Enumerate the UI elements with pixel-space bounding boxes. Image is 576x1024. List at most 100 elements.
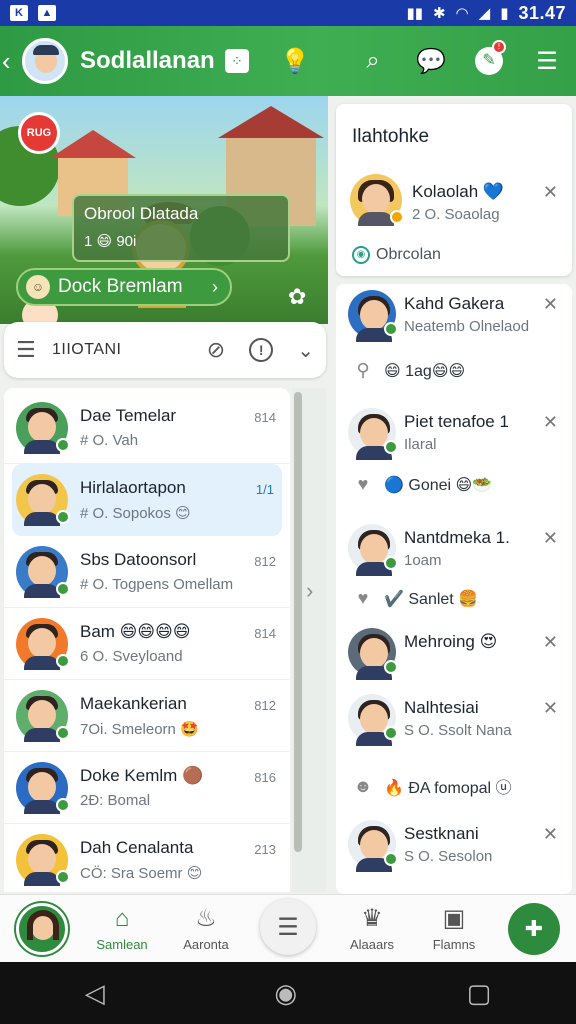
close-icon[interactable]: ✕: [543, 528, 558, 549]
tab-flamns-label: Flamns: [432, 937, 476, 952]
suggestion-sub: S O. Sesolon: [404, 848, 493, 865]
info-icon[interactable]: !: [249, 338, 274, 362]
close-icon[interactable]: ✕: [543, 698, 558, 719]
avatar: [16, 761, 70, 814]
new-chat-fab[interactable]: ✚: [508, 903, 560, 955]
close-icon[interactable]: ✕: [543, 294, 558, 315]
avatar: [350, 174, 404, 226]
bulb-button[interactable]: 💡: [266, 26, 324, 96]
suggestion-name: Mehroing 😍: [404, 632, 498, 651]
suggestion-activity-text: ✔️ Sanlet 🍔: [384, 590, 479, 608]
suggestion-activity[interactable]: ♥ 🔵 Gonei 😄🥗: [352, 474, 492, 495]
pin-icon: ⚲: [356, 360, 370, 380]
live-badge[interactable]: RUG: [18, 112, 60, 154]
close-icon[interactable]: ✕: [543, 824, 558, 845]
avatar: [348, 524, 398, 576]
join-button[interactable]: ☺ Dock Bremlam ›: [16, 268, 232, 306]
notification-badge: !: [492, 40, 506, 54]
chat-list: Dae Temelar # O. Vah 814 Hirlalaortapon # O.…: [4, 388, 290, 892]
scrollbar[interactable]: [294, 392, 302, 852]
avatar: [16, 545, 70, 598]
online-dot-icon: [384, 322, 398, 336]
center-menu-button[interactable]: ☰: [260, 899, 316, 955]
chat-name: Hirlalaortapon: [80, 478, 186, 497]
expand-arrow-icon[interactable]: ›: [306, 578, 313, 604]
home-circle-icon[interactable]: ◉: [274, 978, 297, 1009]
grid-button[interactable]: ⁘: [208, 26, 266, 96]
suggestion-item[interactable]: Nalhtesiai S O. Ssolt Nana ✕: [348, 694, 572, 750]
tab-aaronta-label: Aaronta: [183, 937, 229, 952]
chevron-right-icon: ›: [212, 276, 218, 297]
profile-avatar[interactable]: [22, 38, 68, 84]
suggestion-name: Sestknani: [404, 824, 479, 843]
online-dot-icon: [384, 556, 398, 570]
notifications-button[interactable]: ✎ !: [460, 26, 518, 96]
system-navigation: ◁ ◉ ▢: [0, 962, 576, 1024]
suggestion-item[interactable]: Mehroing 😍 ✕: [348, 628, 572, 684]
suggestion-item[interactable]: Kahd Gakera Neatemb Olnelaod ✕: [348, 290, 572, 346]
chevron-down-icon[interactable]: ⌄: [297, 338, 314, 363]
online-dot-icon: [384, 726, 398, 740]
suggestion-item[interactable]: Sestknani S O. Sesolon ✕: [348, 820, 572, 876]
suggestion-sub: 1oam: [404, 552, 442, 569]
filter-label[interactable]: 1IIOTANI: [52, 341, 122, 359]
featured-card-title: Ilahtohke: [352, 126, 430, 147]
chat-preview: # O. Sopokos 😊: [80, 505, 191, 522]
close-icon[interactable]: ✕: [543, 182, 558, 203]
chat-row[interactable]: Dae Temelar # O. Vah 814: [4, 392, 290, 464]
close-icon[interactable]: ✕: [543, 632, 558, 653]
bottom-navigation: ⌂ Samlean ♨ Aaronta ☰ ♛ Alaaars ▣ Flamns…: [0, 894, 576, 962]
suggestions-list: Kahd Gakera Neatemb Olnelaod ✕ ⚲ 😄 1ag😄😄 Piet…: [336, 284, 572, 894]
chat-row[interactable]: Doke Kemlm 🟤 2Ð: Bomal 816: [4, 752, 290, 824]
gear-icon[interactable]: ✿: [288, 284, 306, 310]
online-dot-icon: [56, 869, 70, 884]
suggestion-name: Piet tenafoe 1: [404, 412, 509, 431]
chat-row[interactable]: Sbs Datoonsorl # O. Togpens Omellam 812: [4, 536, 290, 608]
back-arrow-icon[interactable]: ‹: [2, 46, 22, 77]
chat-time: 814: [254, 410, 276, 425]
tab-aaronta[interactable]: ♨ Aaronta: [166, 905, 246, 952]
status-bar: K ▲ ▮▮ ✱ ◠ ◢ ▮ 31.47: [0, 0, 576, 26]
chat-row[interactable]: Bam 😄😄😄😄 6 O. Sveyloand 814: [4, 608, 290, 680]
online-dot-icon: [56, 510, 70, 524]
featured-sub: 2 O. Soaolag: [412, 206, 500, 223]
chat-bubble-icon: 💬: [416, 47, 446, 75]
compass-icon[interactable]: ⊘: [207, 337, 225, 363]
wifi-icon: ◠: [455, 5, 469, 22]
avatar: [348, 408, 398, 460]
back-icon[interactable]: ◁: [85, 978, 105, 1009]
me-avatar[interactable]: [16, 903, 68, 955]
clock: 31.47: [518, 2, 566, 23]
battery-icon: ▮: [500, 5, 509, 22]
app-title: Sodlallanan: [80, 47, 215, 74]
chat-row[interactable]: Dah Cenalanta CÖ: Sra Soemr 😊 213: [4, 824, 290, 892]
chat-bubble-button[interactable]: 💬: [402, 26, 460, 96]
recents-icon[interactable]: ▢: [467, 978, 492, 1009]
tab-flamns[interactable]: ▣ Flamns: [414, 905, 494, 952]
close-icon[interactable]: ✕: [543, 412, 558, 433]
suggestion-activity[interactable]: ⚲ 😄 1ag😄😄: [352, 360, 465, 381]
photos-icon: ▣: [442, 905, 466, 932]
featured-footer[interactable]: ◉ Obrcolan: [352, 246, 441, 264]
chat-row[interactable]: Maekankerian 7Oi. Smeleorn 🤩 812: [4, 680, 290, 752]
suggestion-name: Nalhtesiai: [404, 698, 479, 717]
menu-button[interactable]: ☰: [518, 26, 576, 96]
featured-card[interactable]: Ilahtohke Kolaolah 💙 2 O. Soaolag ✕ ◉ Ob…: [336, 104, 572, 276]
chat-preview: 7Oi. Smeleorn 🤩: [80, 720, 199, 738]
online-dot-icon: [56, 725, 70, 740]
avatar: [16, 617, 70, 670]
tab-samlean[interactable]: ⌂ Samlean: [82, 905, 162, 952]
lightbulb-icon: 💡: [280, 47, 310, 75]
chat-preview: 2Ð: Bomal: [80, 792, 151, 809]
suggestion-activity[interactable]: ♥ ✔️ Sanlet 🍔: [352, 588, 478, 609]
game-banner[interactable]: RUG Obrool Dlatada 1 😄 90i ☺ Dock Bremla…: [0, 96, 328, 324]
suggestion-activity[interactable]: ☻ 🔥 ÐA fomopal ⓤ: [352, 774, 512, 798]
drop-icon: ◉: [352, 246, 370, 264]
chat-row[interactable]: Hirlalaortapon # O. Sopokos 😊 1/1: [12, 464, 282, 536]
list-menu-icon[interactable]: ☰: [16, 337, 52, 363]
suggestion-item[interactable]: Nantdmeka 1. 1oam ✕: [348, 524, 572, 580]
suggestion-item[interactable]: Piet tenafoe 1 Ilaral ✕: [348, 408, 572, 464]
search-button[interactable]: ⌕: [344, 26, 402, 96]
tab-alaaars[interactable]: ♛ Alaaars: [332, 905, 412, 952]
suggestion-activity-text: 😄 1ag😄😄: [384, 362, 466, 380]
